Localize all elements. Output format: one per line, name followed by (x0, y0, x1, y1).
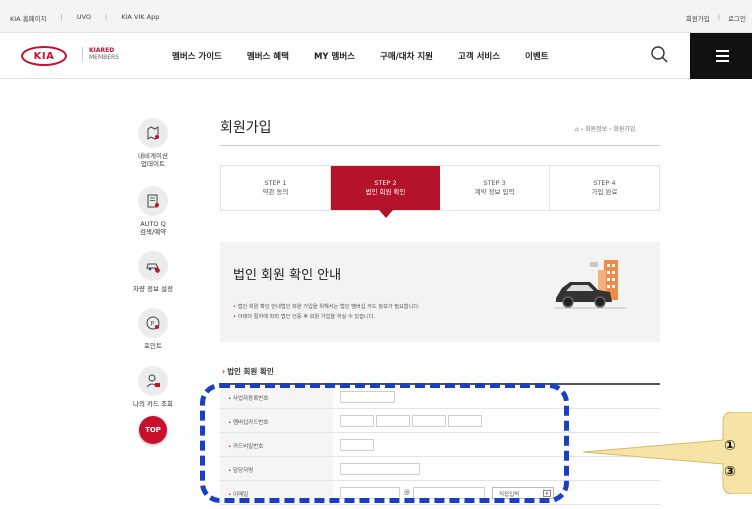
step-label: 계약 정보 입력 (474, 188, 515, 196)
map-pin-icon (138, 118, 168, 148)
hamburger-menu-button[interactable] (690, 33, 752, 79)
step-2: STEP 2 법인 회원 확인 (331, 166, 440, 218)
search-icon[interactable] (650, 45, 670, 65)
chevron-right-icon: › (222, 367, 226, 376)
corporate-info-box: 법인 회원 확인 안내 법인 회원 확인 안내법인 회원 가입을 위해서는 법인… (220, 242, 660, 342)
brand-line1: KIARED (89, 47, 115, 54)
annotation-line: ① (724, 438, 736, 454)
step-4: STEP 4 가입 완료 (550, 166, 659, 210)
quick-vehicle-setting[interactable]: 차량 정보 설정 (128, 251, 178, 293)
separator: | (717, 13, 721, 21)
step-label: 법인 회원 확인 (365, 188, 406, 196)
nav-customer-service[interactable]: 고객 서비스 (458, 50, 500, 62)
section-title: › 법인 회원 확인 (222, 367, 274, 376)
kia-vik-app-link[interactable]: KIA VIK App (121, 13, 159, 23)
step-1: STEP 1 약관 동의 (221, 166, 331, 210)
info-line: 법인 회원 확인 안내법인 회원 가입을 위해서는 법인 멤버십 카드 정보가 … (233, 302, 420, 312)
signup-link[interactable]: 회원가입 (686, 13, 710, 23)
annotation-dashed-box (200, 383, 569, 503)
annotation-line: ③ (724, 464, 736, 480)
info-line: 아래의 절차에 따라 법인 인증 후 회원 가입을 하실 수 있습니다. (233, 312, 420, 322)
kia-logo[interactable]: KIA (21, 46, 67, 66)
scroll-top-button[interactable]: TOP (139, 416, 167, 444)
step-number: STEP 3 (483, 179, 506, 187)
title-divider (220, 145, 660, 146)
info-description: 법인 회원 확인 안내법인 회원 가입을 위해서는 법인 멤버십 카드 정보가 … (233, 302, 420, 322)
quick-navi-update[interactable]: 내비게이션 업데이트 (128, 118, 178, 168)
nav-members-benefits[interactable]: 멤버스 혜택 (247, 50, 289, 62)
quick-item-label: 포인트 (144, 342, 162, 350)
quick-points[interactable]: P 포인트 (128, 308, 178, 350)
uvo-link[interactable]: UVO (77, 13, 91, 23)
nav-my-members[interactable]: MY 멤버스 (314, 50, 355, 62)
quick-item-label: 차량 정보 설정 (132, 285, 173, 293)
kia-home-link[interactable]: KIA 홈페이지 (10, 13, 47, 23)
quick-my-card[interactable]: 나의 카드 조회 (128, 366, 178, 408)
quick-item-label: 내비게이션 업데이트 (138, 152, 168, 168)
login-link[interactable]: 로그인 (728, 13, 746, 23)
page-title: 회원가입 (220, 120, 272, 136)
utility-bar: KIA 홈페이지 | UVO | KIA VIK App 회원가입 | 로그인 (0, 0, 752, 33)
annotation-text: ① ③ (724, 433, 736, 485)
step-label: 약관 동의 (262, 188, 289, 196)
points-icon: P (138, 308, 168, 338)
nav-event[interactable]: 이벤트 (525, 50, 548, 62)
nav-members-guide[interactable]: 멤버스 가이드 (172, 50, 222, 62)
step-label: 가입 완료 (591, 188, 618, 196)
quick-item-label: 나의 카드 조회 (132, 400, 173, 408)
main-nav: 멤버스 가이드 멤버스 혜택 MY 멤버스 구매/대차 지원 고객 서비스 이벤… (172, 50, 574, 62)
car-setting-icon (138, 251, 168, 281)
main-header: KIA KIARED MEMBERS 멤버스 가이드 멤버스 혜택 MY 멤버스… (0, 33, 752, 79)
breadcrumb: ⌂ › 회원정보 › 회원가입 (575, 126, 636, 133)
separator: | (60, 13, 63, 21)
quick-auto-q[interactable]: AUTO Q 검색/예약 (128, 186, 178, 236)
step-number: STEP 2 (374, 179, 397, 187)
step-number: STEP 1 (264, 179, 287, 187)
svg-text:P: P (151, 321, 155, 328)
car-building-illustration (554, 260, 626, 309)
signup-steps: STEP 1 약관 동의 STEP 2 법인 회원 확인 STEP 3 계약 정… (220, 165, 660, 218)
step-number: STEP 4 (593, 179, 616, 187)
document-search-icon (138, 186, 168, 216)
red-members-logo[interactable]: KIARED MEMBERS (82, 47, 119, 61)
quick-item-label: AUTO Q 검색/예약 (139, 220, 167, 236)
user-card-icon (138, 366, 168, 396)
separator: | (105, 13, 108, 21)
nav-purchase-support[interactable]: 구매/대차 지원 (380, 50, 433, 62)
step-3: STEP 3 계약 정보 입력 (440, 166, 550, 210)
hamburger-icon (716, 50, 729, 52)
brand-line2: MEMBERS (89, 54, 120, 61)
info-heading: 법인 회원 확인 안내 (233, 268, 342, 283)
